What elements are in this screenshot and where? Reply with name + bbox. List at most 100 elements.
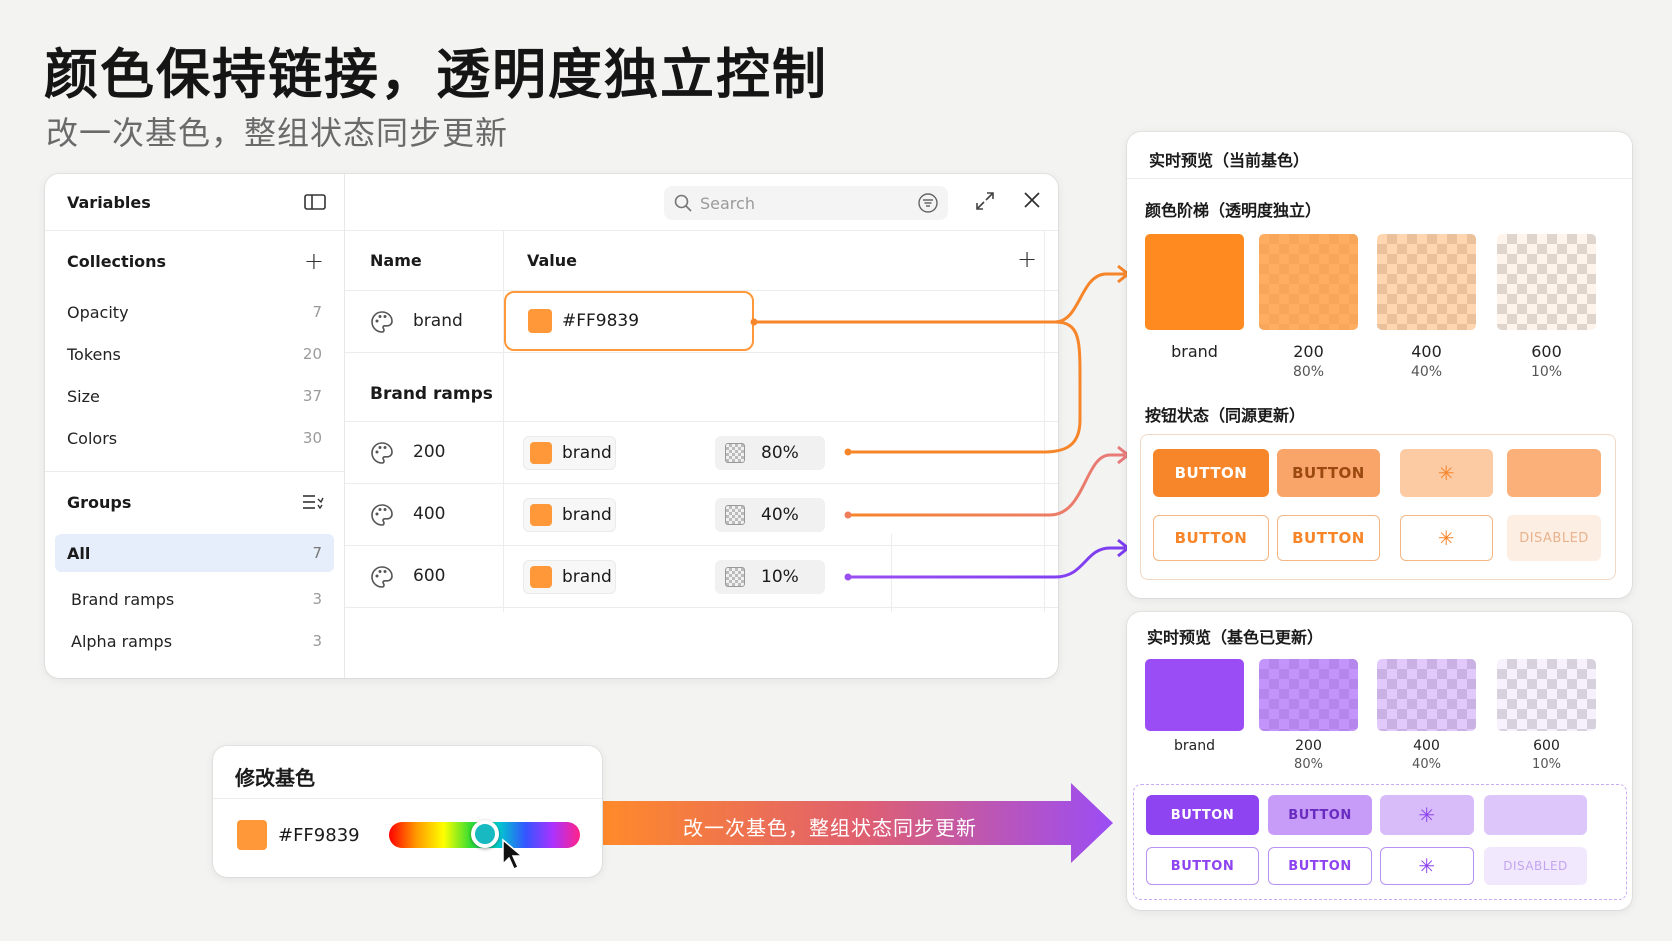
palette-icon [371,566,393,588]
button-pressed[interactable] [1507,449,1601,497]
ramp-section-title: 颜色阶梯（透明度独立） [1145,201,1322,220]
collection-label: Size [67,386,100,406]
page-title: 颜色保持链接，透明度独立控制 [44,43,828,106]
group-item-brand-ramps[interactable]: Brand ramps 3 [45,578,344,620]
collections-label: Collections [67,251,167,271]
color-swatch [530,504,552,526]
search-box[interactable]: Search [664,186,948,220]
button-states-area: BUTTON BUTTON ✳ BUTTON BUTTON ✳ DISABLED [1140,434,1616,580]
button-disabled: DISABLED [1507,515,1601,561]
color-tile-brand [1145,659,1244,731]
tile-percent: 10% [1530,364,1563,380]
button-states-area: BUTTON BUTTON ✳ BUTTON BUTTON ✳ DISABLED [1133,784,1627,900]
add-collection-icon[interactable]: + [304,249,324,273]
button-loading[interactable]: ✳ [1380,795,1474,835]
group-item-all[interactable]: All 7 [55,534,334,572]
group-title-brand-ramps: Brand ramps [370,384,493,404]
alias-chip[interactable]: brand [523,560,616,594]
group-count: 7 [312,544,322,562]
hue-slider[interactable] [389,820,580,848]
tile-label: 400 [1413,738,1440,754]
variable-name: brand [413,311,463,331]
search-icon [674,194,692,212]
color-tile-600 [1497,234,1596,330]
table-row[interactable]: 200 brand 80% [345,422,1058,484]
tile-label: 200 [1295,738,1322,754]
brand-value-field[interactable]: #FF9839 [504,291,754,351]
button-outline-loading[interactable]: ✳ [1380,847,1474,885]
preview-current-title: 实时预览（当前基色） [1127,132,1632,179]
button-disabled: DISABLED [1484,847,1587,885]
collection-label: Opacity [67,302,129,322]
filter-icon[interactable] [918,193,938,213]
color-tile-400 [1377,659,1476,731]
cursor-icon [502,838,525,871]
variables-panel: Variables Collections + Opacity 7 Tokens 2… [45,174,1058,678]
base-color-hex[interactable]: #FF9839 [278,825,360,846]
opacity-icon [725,505,745,525]
table-toolbar: Search [345,174,1058,231]
button-outline-hover[interactable]: BUTTON [1268,847,1372,885]
search-input[interactable]: Search [700,194,918,213]
table-row[interactable]: 600 brand 10% [345,546,1058,608]
sidebar-header: Variables [45,174,344,231]
base-color-panel: 修改基色 #FF9839 [213,746,602,877]
alpha-field[interactable]: 80% [715,436,825,470]
palette-icon [371,504,393,526]
page-subtitle: 改一次基色，整组状态同步更新 [46,114,509,152]
button-outline[interactable]: BUTTON [1146,847,1259,885]
preview-updated-title: 实时预览（基色已更新） [1147,628,1324,647]
button-pressed[interactable] [1484,795,1587,835]
group-sort-icon[interactable] [302,493,324,511]
alias-chip[interactable]: brand [523,436,616,470]
arrow-label: 改一次基色，整组状态同步更新 [683,816,977,840]
spinner-icon: ✳ [1418,803,1436,827]
tile-percent: 80% [1292,364,1325,380]
expand-icon[interactable] [975,191,995,211]
button-outline[interactable]: BUTTON [1153,515,1269,561]
color-tile-brand [1145,234,1244,330]
tile-percent: 10% [1532,757,1561,772]
alias-chip[interactable]: brand [523,498,616,532]
alpha-field[interactable]: 10% [715,560,825,594]
alias-label: brand [562,567,612,587]
palette-icon [371,442,393,464]
collection-item-tokens[interactable]: Tokens 20 [45,333,344,375]
collection-item-colors[interactable]: Colors 30 [45,417,344,459]
collection-count: 20 [302,345,322,363]
column-header-value: Value [527,251,578,270]
collection-item-size[interactable]: Size 37 [45,375,344,417]
base-color-swatch[interactable] [237,820,267,850]
tile-label: brand [1174,738,1215,754]
spinner-icon: ✳ [1437,526,1456,550]
preview-current-panel: 实时预览（当前基色） 颜色阶梯（透明度独立） brand 200 400 600… [1127,132,1632,598]
add-variable-icon[interactable]: + [1017,247,1037,271]
tile-percent: 40% [1410,364,1443,380]
table-row-brand[interactable]: brand #FF9839 [345,291,1058,353]
button-hover[interactable]: BUTTON [1277,449,1380,497]
table-row[interactable]: 400 brand 40% [345,484,1058,546]
color-tile-200 [1259,659,1358,731]
sidebar-toggle-icon[interactable] [304,193,326,211]
collection-label: Tokens [67,344,121,364]
button-loading[interactable]: ✳ [1400,449,1493,497]
tile-percent: 80% [1294,757,1323,772]
button-outline-loading[interactable]: ✳ [1400,515,1493,561]
collection-item-opacity[interactable]: Opacity 7 [45,291,344,333]
color-swatch [528,309,552,333]
button-primary[interactable]: BUTTON [1146,795,1259,835]
alpha-field[interactable]: 40% [715,498,825,532]
close-icon[interactable] [1023,191,1041,209]
button-hover[interactable]: BUTTON [1268,795,1372,835]
collection-label: Colors [67,428,118,448]
hex-value: #FF9839 [562,311,640,331]
button-outline-hover[interactable]: BUTTON [1277,515,1380,561]
table-header: Name Value + [345,231,1058,291]
group-item-alpha-ramps[interactable]: Alpha ramps 3 [45,620,344,662]
base-color-title: 修改基色 [213,746,602,799]
tile-label: 200 [1293,342,1324,361]
hue-slider-knob[interactable] [470,820,499,848]
button-primary[interactable]: BUTTON [1153,449,1269,497]
spinner-icon: ✳ [1437,461,1456,485]
group-count: 3 [312,590,322,608]
